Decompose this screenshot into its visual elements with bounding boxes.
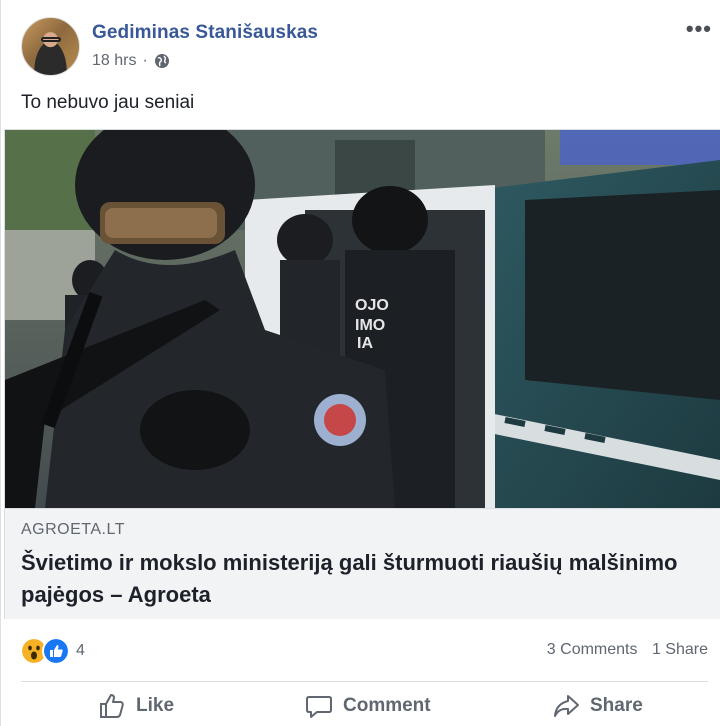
post-timestamp[interactable]: 18 hrs — [92, 52, 136, 70]
thumbs-up-icon — [100, 694, 124, 718]
like-label: Like — [136, 695, 175, 716]
share-button[interactable]: Share — [552, 692, 643, 720]
avatar-glasses — [41, 37, 61, 42]
author-name[interactable]: Gediminas Stanišauskas — [92, 22, 318, 44]
link-headline[interactable]: Švietimo ir mokslo ministeriją gali štur… — [21, 547, 701, 611]
share-icon — [554, 695, 579, 717]
post-meta: 18 hrs · — [92, 52, 170, 70]
comment-button[interactable]: Comment — [305, 692, 431, 720]
more-options-button[interactable]: ••• — [686, 16, 712, 42]
like-button[interactable]: Like — [98, 692, 174, 720]
reactions-summary[interactable]: 4 — [20, 637, 85, 665]
link-domain: AGROETA.LT — [21, 521, 125, 538]
comment-icon — [306, 696, 332, 718]
svg-text:OJO: OJO — [355, 297, 389, 314]
like-icon — [42, 637, 70, 665]
post-stats: 3 Comments 1 Share — [537, 641, 708, 659]
post-actions: Like Comment Share — [1, 692, 720, 726]
riot-police-photo: OJO IMO IA — [5, 130, 720, 508]
link-caption[interactable]: AGROETA.LT Švietimo ir mokslo ministerij… — [5, 508, 720, 619]
meta-separator: · — [142, 52, 148, 69]
link-preview-card[interactable]: OJO IMO IA AGROETA.LT Švietimo ir mokslo… — [4, 129, 720, 619]
actions-divider — [21, 681, 708, 682]
link-preview-image[interactable]: OJO IMO IA — [5, 130, 720, 508]
author-avatar[interactable] — [21, 17, 80, 76]
reaction-count: 4 — [76, 642, 85, 659]
post-text: To nebuvo jau seniai — [21, 92, 195, 113]
globe-icon[interactable] — [154, 53, 170, 69]
facebook-post: Gediminas Stanišauskas 18 hrs · ••• To n… — [0, 0, 720, 726]
shares-count-link[interactable]: 1 Share — [652, 641, 708, 658]
comments-count-link[interactable]: 3 Comments — [547, 641, 638, 658]
svg-text:IA: IA — [357, 335, 373, 352]
svg-text:IMO: IMO — [355, 317, 385, 334]
comment-label: Comment — [343, 695, 431, 716]
share-label: Share — [590, 695, 643, 716]
